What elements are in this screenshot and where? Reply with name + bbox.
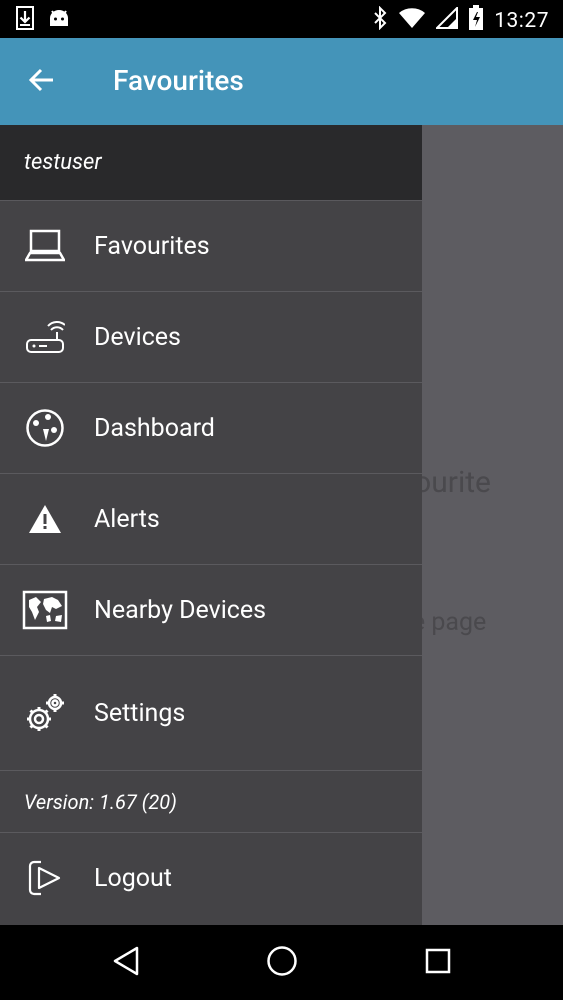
gears-icon bbox=[0, 692, 94, 734]
download-icon bbox=[16, 6, 34, 34]
system-nav-bar bbox=[0, 925, 563, 1000]
warning-icon bbox=[0, 503, 94, 535]
dashboard-icon bbox=[0, 408, 94, 448]
world-map-icon bbox=[0, 590, 94, 630]
drawer-item-favourites[interactable]: Favourites bbox=[0, 201, 422, 292]
status-bar: 13:27 bbox=[0, 0, 563, 38]
drawer-item-devices[interactable]: Devices bbox=[0, 292, 422, 383]
wifi-icon bbox=[398, 7, 426, 34]
version-text: Version: 1.67 (20) bbox=[0, 771, 422, 833]
username: testuser bbox=[24, 150, 102, 175]
drawer-item-label: Dashboard bbox=[94, 413, 215, 443]
page-title: Favourites bbox=[113, 64, 244, 97]
drawer-item-label: Nearby Devices bbox=[94, 595, 267, 625]
nav-recents-button[interactable] bbox=[418, 943, 458, 983]
navigation-drawer: testuser Favourites Devices Dashboard Al… bbox=[0, 125, 422, 925]
clock: 13:27 bbox=[494, 8, 549, 33]
logout-icon bbox=[0, 859, 94, 897]
drawer-item-dashboard[interactable]: Dashboard bbox=[0, 383, 422, 474]
triangle-back-icon bbox=[112, 946, 140, 980]
drawer-item-label: Settings bbox=[94, 698, 186, 728]
drawer-item-label: Devices bbox=[94, 322, 181, 352]
drawer-item-label: Alerts bbox=[94, 504, 160, 534]
drawer-item-nearby-devices[interactable]: Nearby Devices bbox=[0, 565, 422, 656]
drawer-item-logout[interactable]: Logout bbox=[0, 833, 422, 923]
nav-back-button[interactable] bbox=[106, 943, 146, 983]
drawer-item-label: Favourites bbox=[94, 231, 210, 261]
android-icon bbox=[48, 8, 70, 32]
app-bar: Favourites bbox=[0, 38, 563, 125]
square-recents-icon bbox=[424, 947, 452, 979]
battery-icon bbox=[468, 5, 484, 36]
arrow-left-icon bbox=[28, 67, 55, 97]
router-icon bbox=[0, 320, 94, 354]
bluetooth-icon bbox=[372, 5, 388, 35]
drawer-item-alerts[interactable]: Alerts bbox=[0, 474, 422, 565]
signal-icon bbox=[434, 5, 459, 34]
drawer-header: testuser bbox=[0, 125, 422, 201]
drawer-item-settings[interactable]: Settings bbox=[0, 656, 422, 771]
drawer-item-label: Logout bbox=[94, 863, 172, 893]
laptop-icon bbox=[0, 229, 94, 263]
circle-home-icon bbox=[266, 945, 298, 981]
back-button[interactable] bbox=[20, 60, 64, 104]
nav-home-button[interactable] bbox=[262, 943, 302, 983]
